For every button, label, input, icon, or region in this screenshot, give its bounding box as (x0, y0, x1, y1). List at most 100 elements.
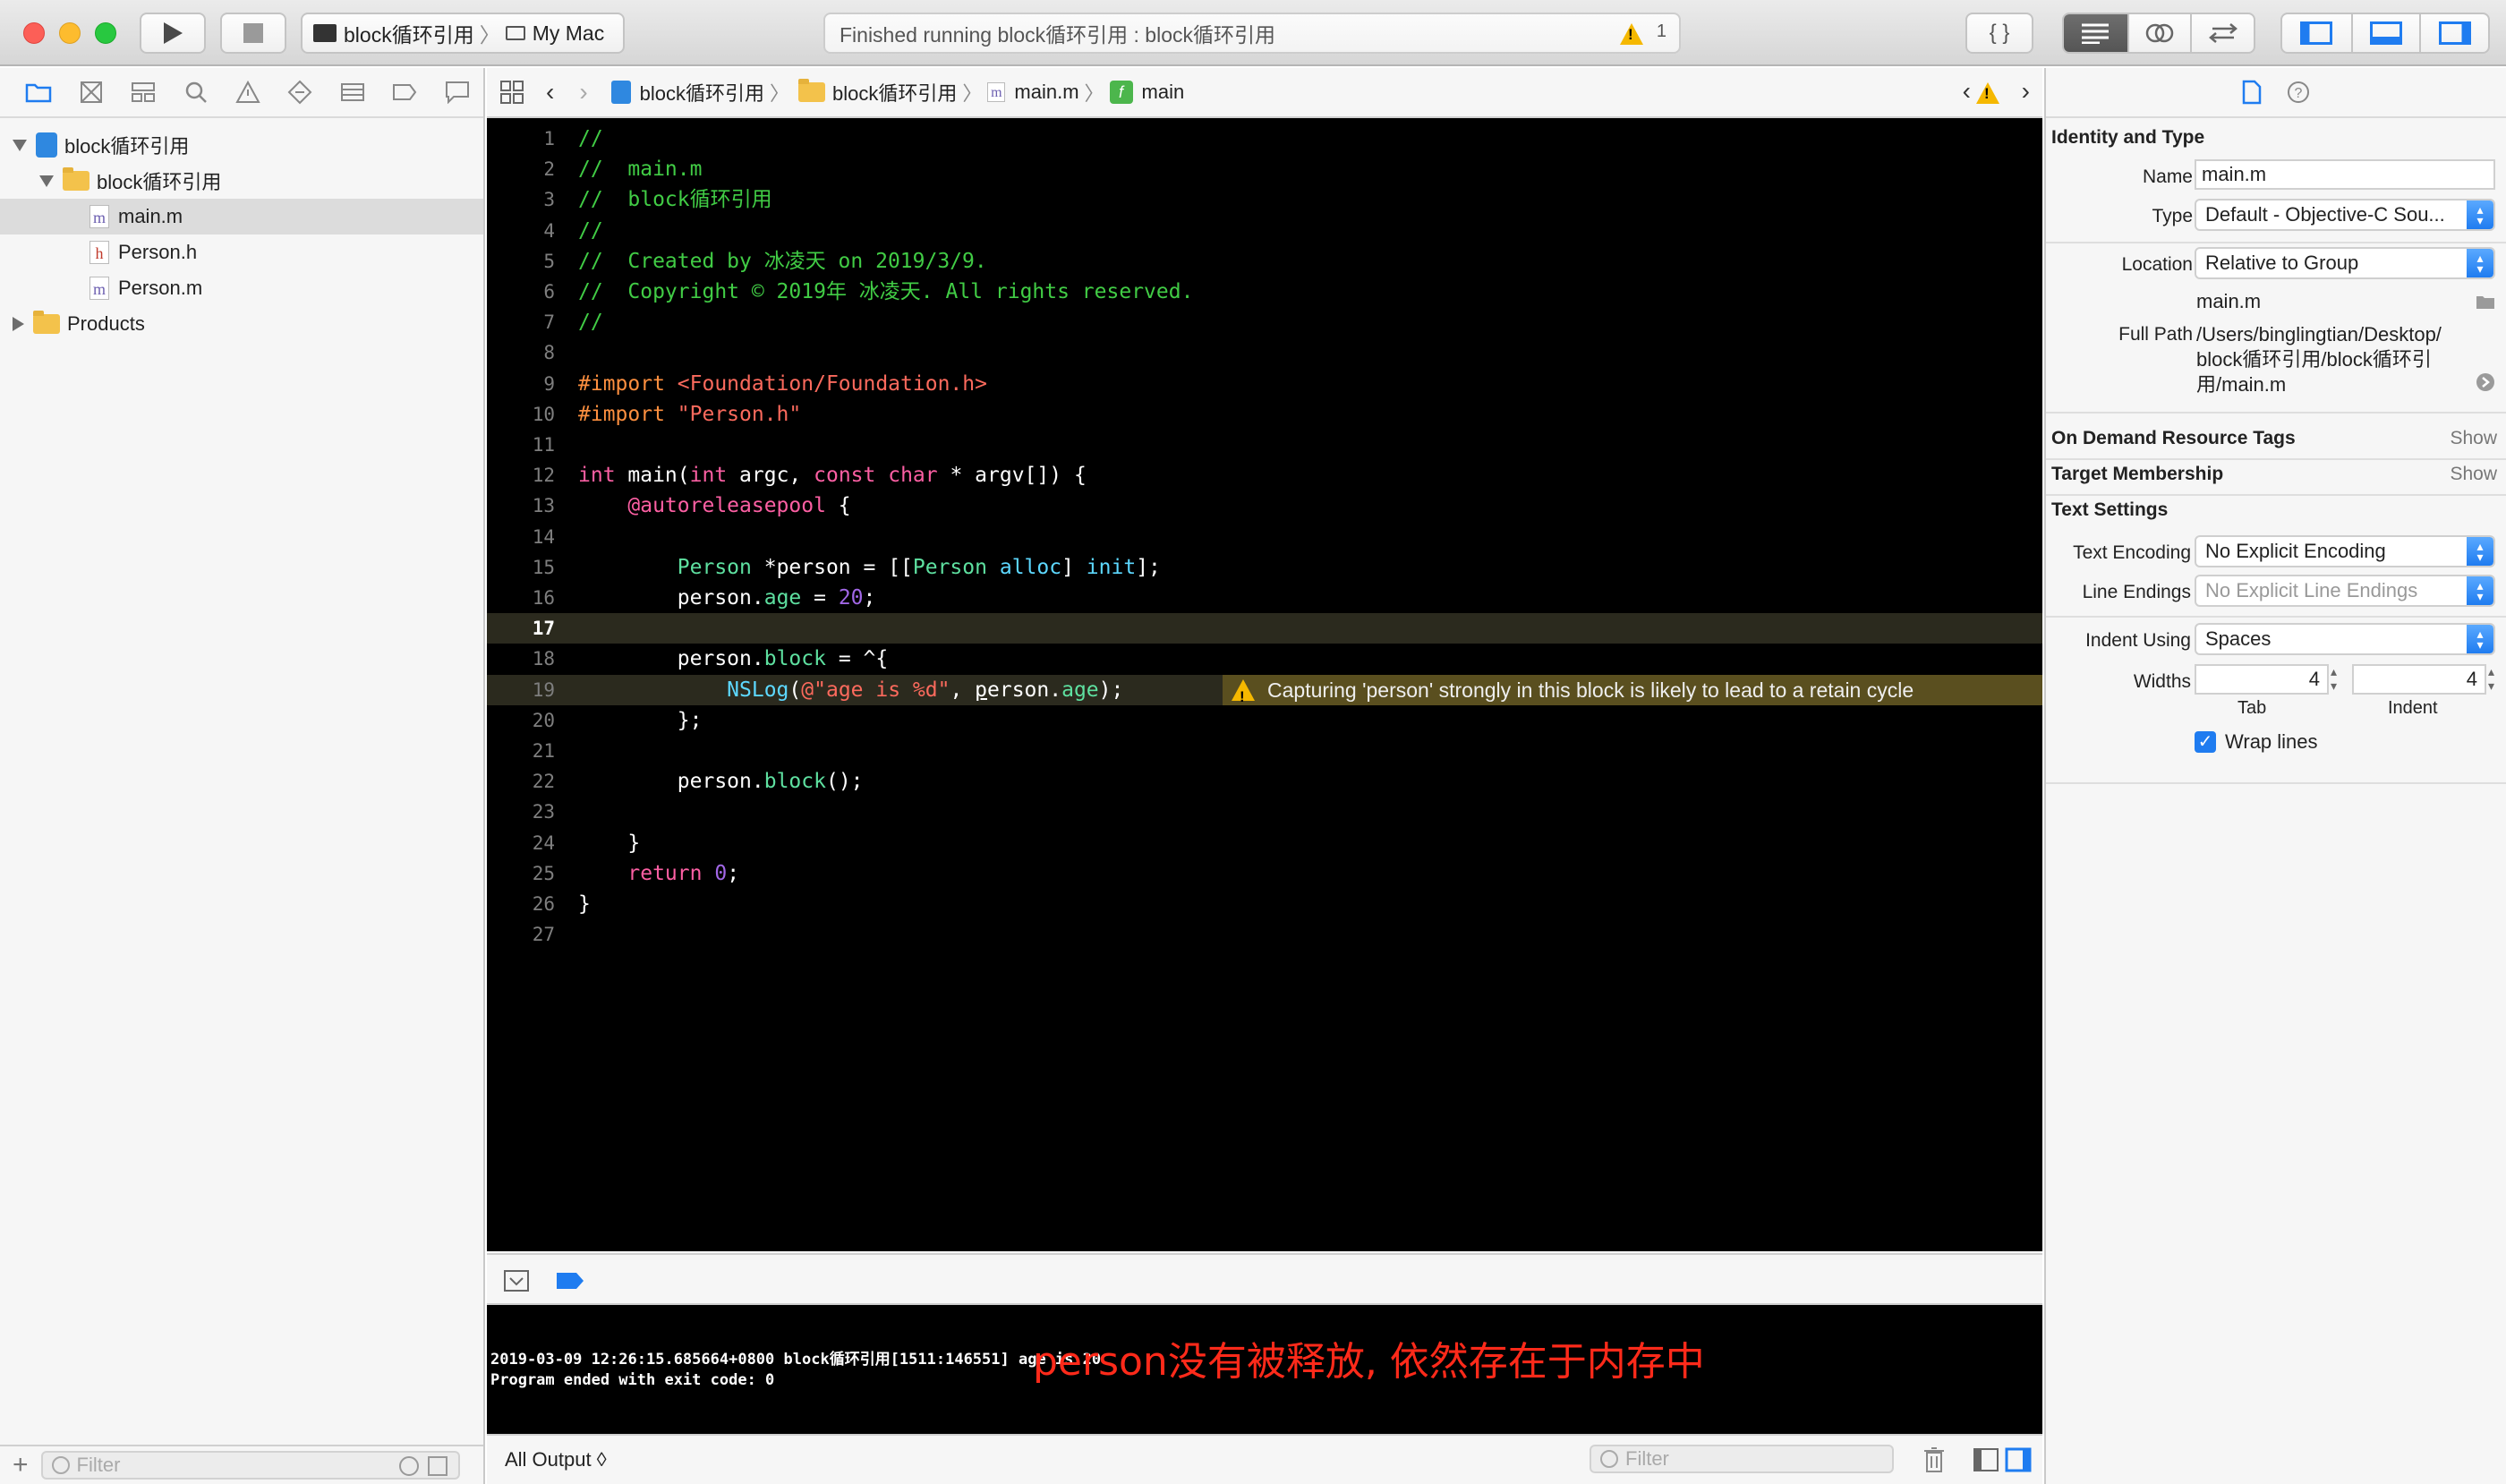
toggle-inspector-button[interactable] (2419, 14, 2488, 52)
filter-icon (1600, 1450, 1618, 1468)
line-number: 12 (532, 465, 555, 487)
console-annotation: person没有被释放, 依然存在于内存中 (1033, 1339, 1705, 1385)
line-number: 22 (532, 771, 555, 793)
run-button[interactable] (140, 13, 206, 54)
console-view-toggle-icon[interactable] (2005, 1447, 2032, 1472)
issue-warning-icon[interactable] (1976, 82, 1999, 104)
reveal-arrow-icon[interactable] (2476, 372, 2495, 392)
standard-editor-button[interactable] (2064, 14, 2127, 52)
line-endings-popup[interactable]: No Explicit Line Endings ▴ ▾ (2195, 575, 2495, 607)
disclosure-open-icon[interactable] (39, 175, 54, 187)
crumb-file[interactable]: main.m (1014, 81, 1078, 104)
ondemand-show-button[interactable]: Show (2450, 428, 2497, 449)
encoding-label: Text Encoding (2073, 542, 2191, 563)
tree-row[interactable]: block循环引用 (0, 163, 483, 199)
tree-row-label: block循环引用 (97, 171, 222, 193)
tab-test-navigator[interactable] (274, 74, 326, 110)
breakpoints-toggle-icon[interactable] (555, 1271, 585, 1291)
library-button[interactable]: { } (1965, 13, 2033, 54)
fullpath-line: /Users/binglingtian/Desktop/ (2196, 323, 2442, 345)
navigator-filter-field[interactable]: Filter (40, 1451, 460, 1480)
tab-width-stepper[interactable]: ▴ ▾ (2331, 664, 2337, 693)
stop-icon (243, 23, 263, 43)
popup-arrows-icon: ▴ ▾ (2467, 249, 2493, 277)
assistant-editor-button[interactable] (2127, 14, 2191, 52)
trash-icon[interactable] (1922, 1446, 1946, 1473)
console-output[interactable]: 2019-03-09 12:26:15.685664+0800 block循环引… (487, 1305, 2042, 1434)
stop-button[interactable] (220, 13, 286, 54)
tree-row[interactable]: block循环引用 (0, 127, 483, 163)
line-number: 8 (543, 342, 555, 364)
m-file-icon: m (90, 205, 109, 228)
indent-width-field[interactable]: 4 (2352, 664, 2486, 695)
source-control-filter-icon[interactable] (427, 1456, 448, 1476)
wrap-lines-checkbox[interactable]: ✓ Wrap lines (2195, 730, 2318, 754)
next-issue-button[interactable]: › (2022, 77, 2030, 106)
location-popup[interactable]: Relative to Group ▴ ▾ (2195, 247, 2495, 279)
forward-button[interactable]: › (579, 78, 587, 107)
console-filter-field[interactable]: Filter (1590, 1445, 1894, 1473)
add-file-button[interactable]: + (13, 1450, 29, 1480)
code-line: 17 (487, 613, 2042, 644)
tab-project-navigator[interactable] (13, 74, 64, 110)
search-icon (185, 81, 207, 103)
tab-issue-navigator[interactable] (222, 74, 274, 110)
toggle-navigator-button[interactable] (2282, 14, 2351, 52)
related-items-icon[interactable] (499, 80, 524, 105)
tab-width-field[interactable]: 4 (2195, 664, 2329, 695)
source-control-icon (80, 81, 102, 103)
disclosure-open-icon[interactable] (13, 139, 27, 151)
name-field[interactable]: main.m (2195, 159, 2495, 190)
inspector-tabs: ? (2046, 68, 2506, 118)
tab-report-navigator[interactable] (431, 74, 483, 110)
line-number: 23 (532, 801, 555, 823)
indent-using-popup[interactable]: Spaces ▴ ▾ (2195, 623, 2495, 655)
indent-using-label: Indent Using (2085, 630, 2191, 651)
version-editor-button[interactable] (2190, 14, 2254, 52)
previous-issue-button[interactable]: ‹ (1963, 77, 1971, 106)
tree-row[interactable]: h Person.h (0, 235, 483, 270)
tab-breakpoint-navigator[interactable] (379, 74, 430, 110)
close-window-button[interactable] (23, 22, 45, 44)
type-popup[interactable]: Default - Objective-C Sou... ▴ ▾ (2195, 199, 2495, 231)
tab-source-control[interactable] (64, 74, 116, 110)
back-button[interactable]: ‹ (546, 78, 554, 107)
encoding-popup[interactable]: No Explicit Encoding ▴ ▾ (2195, 535, 2495, 567)
target-show-button[interactable]: Show (2450, 464, 2497, 485)
indent-width-stepper[interactable]: ▴ ▾ (2488, 664, 2494, 693)
code-line: 26} (487, 889, 2042, 919)
tab-debug-navigator[interactable] (327, 74, 379, 110)
tree-row[interactable]: Products (0, 306, 483, 342)
warning-icon[interactable] (1620, 23, 1643, 45)
speech-bubble-icon (445, 81, 469, 104)
crumb-group[interactable]: block循环引用 (832, 78, 957, 107)
zoom-window-button[interactable] (95, 22, 116, 44)
minimize-window-button[interactable] (59, 22, 81, 44)
crumb-symbol[interactable]: main (1142, 81, 1185, 104)
inline-warning-banner[interactable]: Capturing 'person' strongly in this bloc… (1223, 674, 2042, 705)
recent-files-icon[interactable] (398, 1456, 419, 1476)
file-inspector-tab-icon[interactable] (2242, 80, 2262, 105)
code-line: 2 // main.m (487, 154, 2042, 184)
crumb-project[interactable]: block循环引用 (640, 78, 764, 107)
jump-bar: ‹ › block循环引用 〉 block循环引用 〉 m main.m 〉 f… (487, 68, 2042, 118)
code-text: person.block(); (578, 770, 864, 794)
line-number: 4 (543, 219, 555, 242)
disclosure-closed-icon[interactable] (13, 317, 24, 331)
file-inspector: ? Identity and Type Name main.m Type Def… (2044, 68, 2506, 1484)
tab-symbol-navigator[interactable] (117, 74, 169, 110)
variables-view-toggle-icon[interactable] (1973, 1447, 1999, 1472)
output-selector[interactable]: All Output ◊ (505, 1448, 607, 1471)
code-line: 21 (487, 736, 2042, 766)
source-editor[interactable]: 1 // 2 // main.m 3 // block循环引用 4 // 5 // Created… (487, 118, 2042, 1251)
tab-find-navigator[interactable] (169, 74, 221, 110)
scheme-selector[interactable]: block循环引用 〉 My Mac (301, 13, 625, 54)
tree-row[interactable]: m Person.m (0, 270, 483, 306)
popup-arrows-icon: ▴ ▾ (2467, 200, 2493, 229)
hide-debug-area-icon[interactable] (503, 1269, 530, 1292)
toggle-debug-area-button[interactable] (2350, 14, 2420, 52)
tree-row[interactable]: m main.m (0, 199, 483, 235)
warning-count[interactable]: 1 (1657, 21, 1666, 42)
quick-help-tab-icon[interactable]: ? (2287, 81, 2310, 104)
folder-reveal-icon[interactable] (2476, 294, 2495, 310)
